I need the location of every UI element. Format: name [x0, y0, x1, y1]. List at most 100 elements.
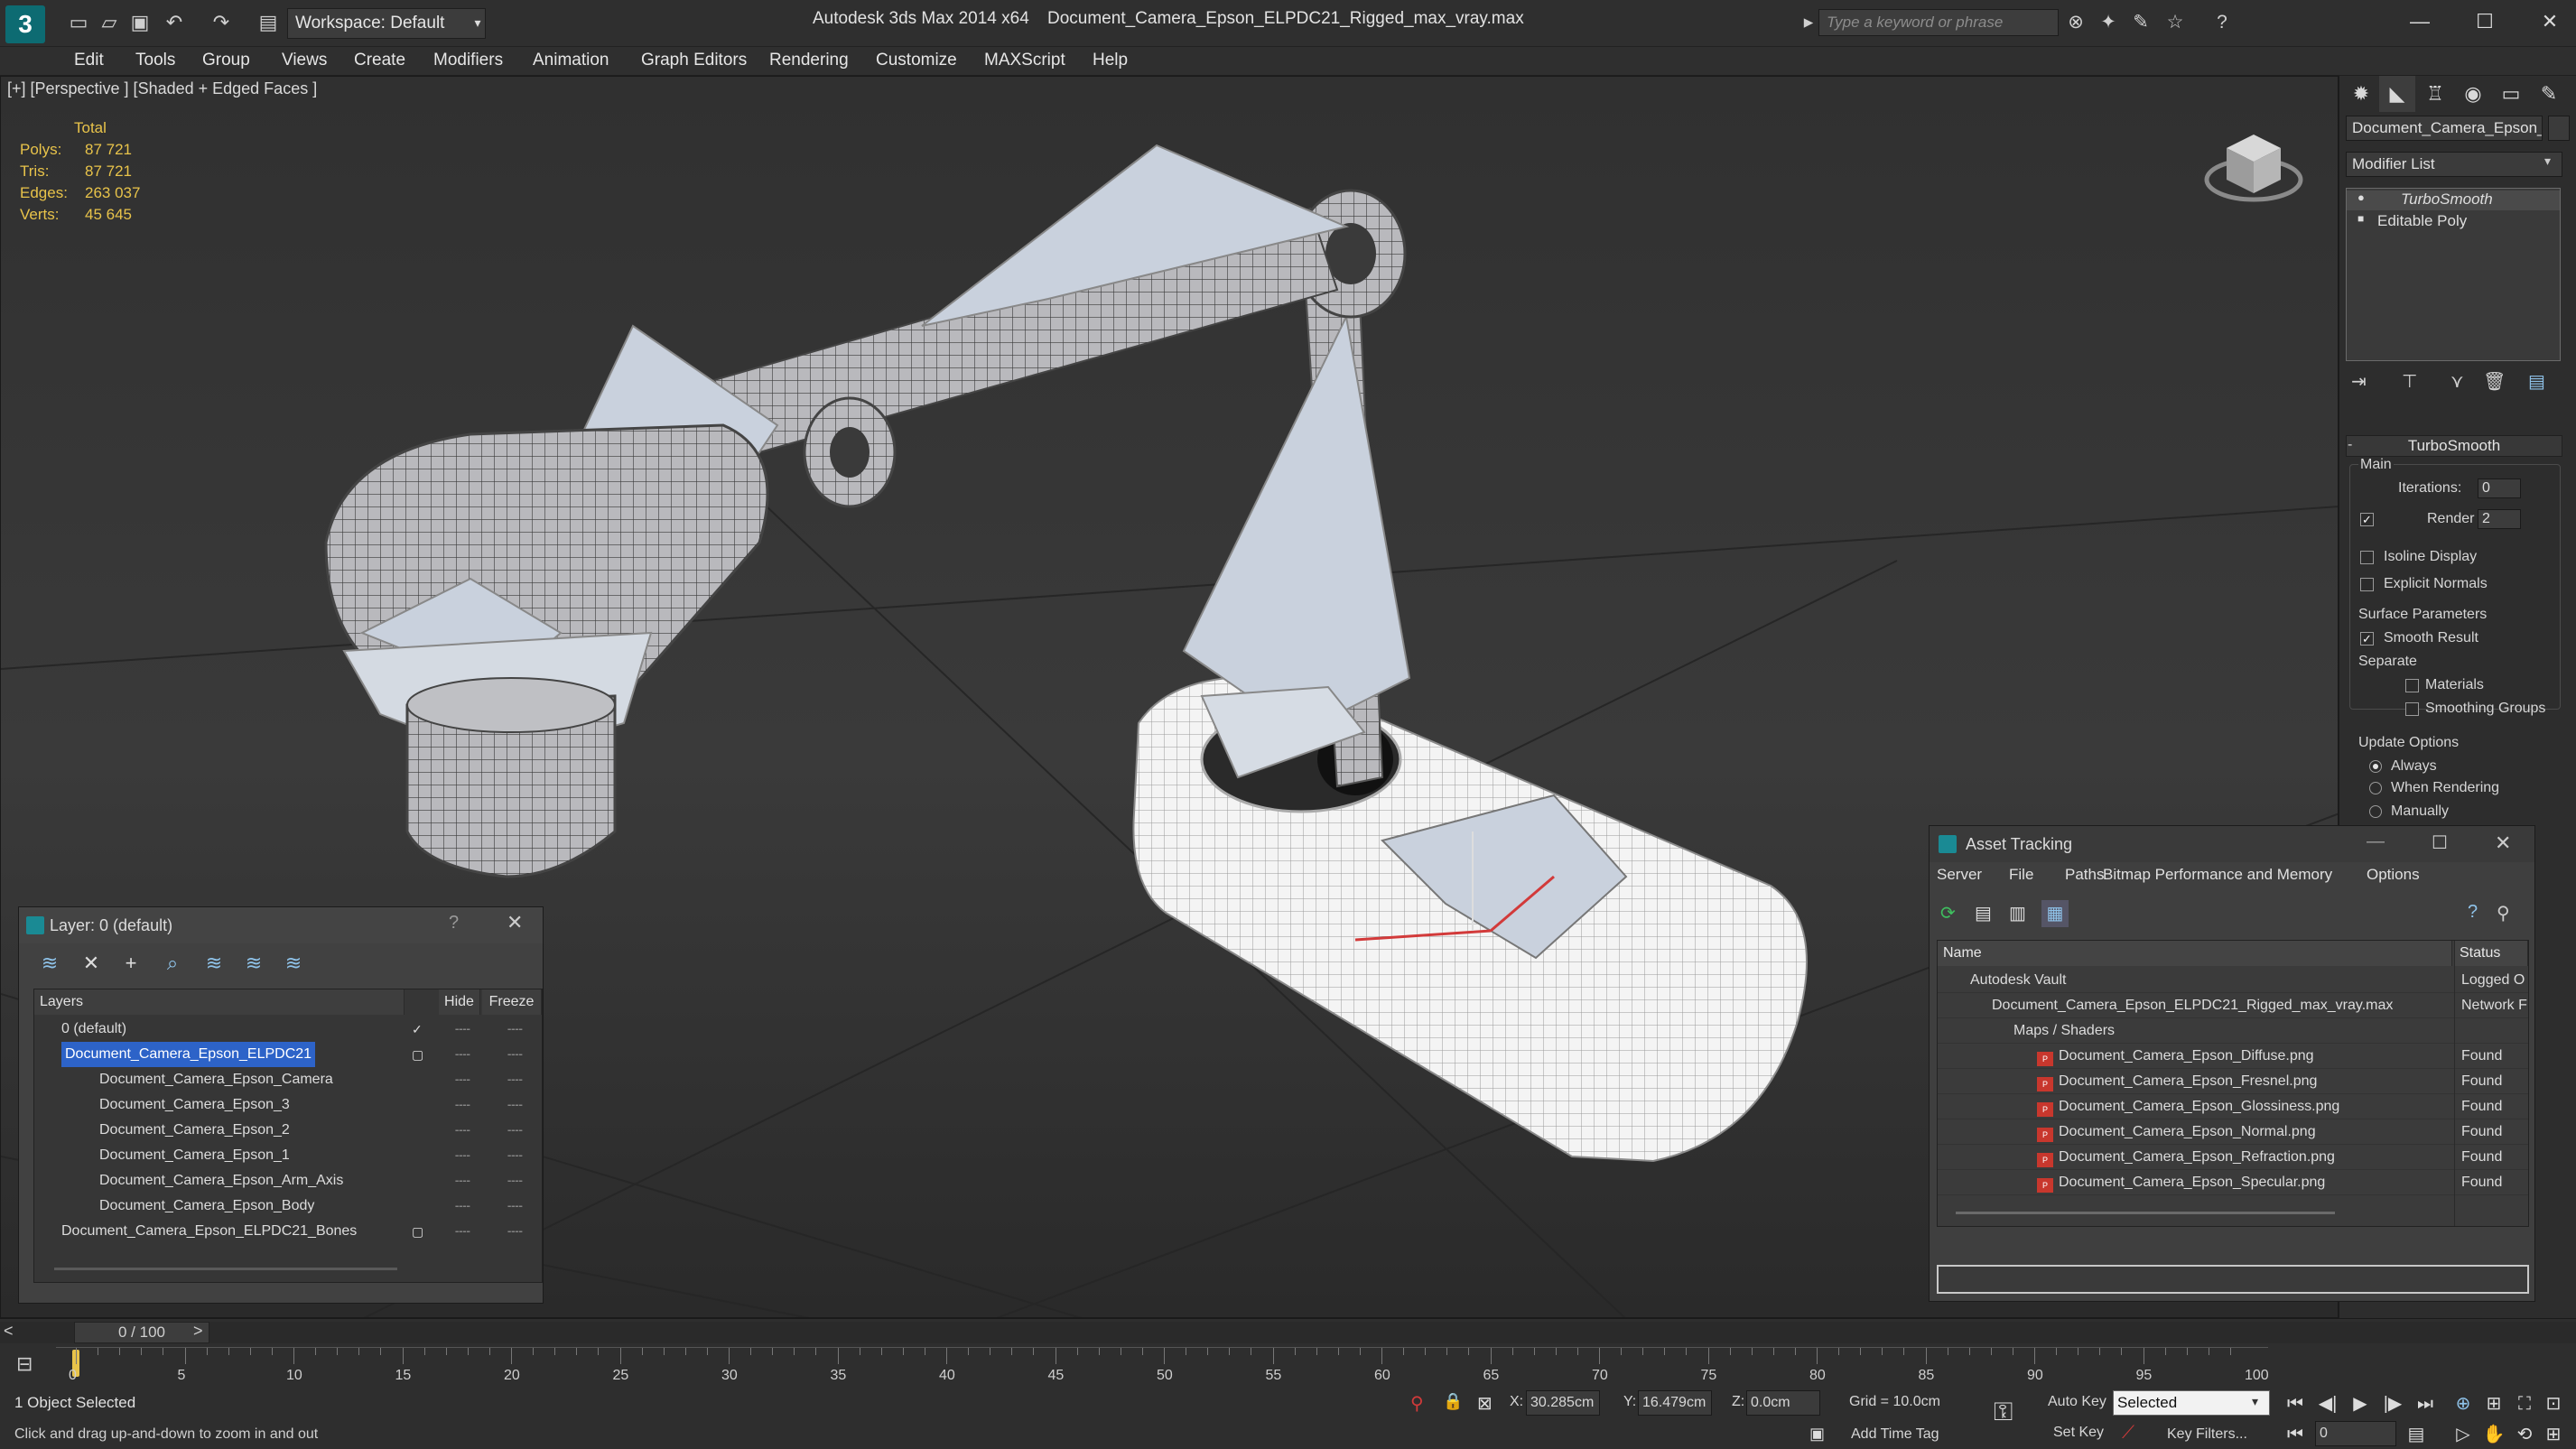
orbit-icon[interactable]: ⟲ [2510, 1421, 2539, 1448]
remove-modifier-icon[interactable]: 🗑 [2483, 370, 2506, 393]
render-iters-spinner[interactable]: 2 [2478, 509, 2521, 529]
search-expand-icon[interactable]: ▸ [1797, 11, 1820, 34]
asset-row[interactable]: Document_Camera_Epson_ELPDC21_Rigged_max… [1938, 993, 2528, 1018]
new-file-icon[interactable]: ▭ [67, 11, 90, 34]
always-radio[interactable] [2369, 760, 2382, 773]
turbosmooth-rollout-header[interactable]: TurboSmooth [2346, 435, 2562, 457]
asset-maximize-icon[interactable]: ☐ [2432, 831, 2448, 854]
maximize-viewport-icon[interactable]: ⊞ [2539, 1421, 2568, 1448]
minimize-icon[interactable]: — [2398, 4, 2441, 40]
layer-row[interactable]: 0 (default) ✓ ╌╌ ╌╌ [34, 1017, 542, 1042]
zoom-extents-icon[interactable]: ⛶ [2510, 1390, 2539, 1417]
layer-row[interactable]: Document_Camera_Epson_ELPDC21_Bones ▢ ╌╌ ╌╌ [34, 1219, 542, 1244]
create-tab-icon[interactable]: ✹ [2343, 76, 2379, 112]
asset-menu-file[interactable]: File [2009, 866, 2033, 884]
previous-frame-icon[interactable]: ◀| [2313, 1390, 2342, 1417]
viewcube-icon[interactable] [2199, 112, 2308, 211]
mini-curve-editor-icon[interactable]: ⊟ [16, 1352, 33, 1376]
expand-icon[interactable]: ■ [2357, 212, 2364, 225]
col-name[interactable]: Name [1938, 941, 2452, 966]
asset-pin-icon[interactable]: ⚲ [2497, 902, 2510, 924]
layer-table[interactable]: Layers Hide Freeze 0 (default) ✓ ╌╌ ╌╌ Docu… [33, 989, 543, 1283]
layer-row[interactable]: Document_Camera_Epson_Arm_Axis ╌╌ ╌╌ [34, 1168, 542, 1194]
hide-toggle[interactable]: ╌╌ [455, 1168, 470, 1194]
go-to-end-icon[interactable]: ⏭ [2411, 1390, 2440, 1417]
asset-menu-server[interactable]: Server [1937, 866, 1982, 884]
zoom-all-icon[interactable]: ⊞ [2479, 1390, 2508, 1417]
menu-help[interactable]: Help [1093, 47, 1128, 74]
hierarchy-tab-icon[interactable]: ♖ [2417, 76, 2453, 112]
show-end-result-icon[interactable]: ⊤ [2402, 370, 2417, 393]
zoom-extents-all-icon[interactable]: ⊡ [2539, 1390, 2568, 1417]
layer-square-icon[interactable]: ▢ [412, 1042, 423, 1067]
menu-graph-editors[interactable]: Graph Editors [641, 47, 747, 74]
motion-tab-icon[interactable]: ◉ [2455, 76, 2491, 112]
time-slider-thumb[interactable]: 0 / 100 [74, 1322, 209, 1343]
freeze-toggle[interactable]: ╌╌ [507, 1067, 523, 1092]
favorites-star-icon[interactable]: ☆ [2163, 11, 2187, 34]
z-coordinate-field[interactable]: 0.0cm [1746, 1390, 1820, 1416]
configure-sets-icon[interactable]: ▤ [2528, 370, 2545, 393]
asset-row[interactable]: P Document_Camera_Epson_Refraction.png Fou… [1938, 1145, 2528, 1170]
light-bulb-icon[interactable]: ● [2357, 190, 2365, 204]
zoom-icon[interactable]: ⊕ [2449, 1390, 2478, 1417]
asset-minimize-icon[interactable]: — [2367, 831, 2385, 852]
table-view-icon[interactable]: ▦ [2041, 900, 2069, 927]
layer-row[interactable]: Document_Camera_Epson_3 ╌╌ ╌╌ [34, 1092, 542, 1118]
open-file-icon[interactable]: ▱ [98, 11, 121, 34]
workspace-dropdown-arrow-icon[interactable]: ▾ [468, 8, 488, 39]
app-logo-icon[interactable]: 3 [5, 5, 45, 43]
workspace-dropdown[interactable]: Workspace: Default [287, 8, 486, 39]
delete-layer-icon[interactable]: ✕ [79, 951, 104, 976]
project-folder-icon[interactable]: ▤ [256, 11, 280, 34]
col-hide[interactable]: Hide [439, 989, 480, 1015]
modifier-list-dropdown[interactable]: Modifier List [2346, 152, 2562, 177]
materials-checkbox[interactable] [2405, 679, 2419, 692]
next-frame-icon[interactable]: |▶ [2378, 1390, 2407, 1417]
menu-tools[interactable]: Tools [135, 47, 175, 74]
modifier-stack[interactable]: TurboSmooth ● Editable Poly ■ [2346, 188, 2561, 361]
set-key-button[interactable]: Set Key [2053, 1425, 2104, 1441]
hide-toggle[interactable]: ╌╌ [455, 1042, 470, 1067]
stack-item-turbosmooth[interactable]: TurboSmooth [2347, 190, 2560, 210]
freeze-toggle[interactable]: ╌╌ [507, 1042, 523, 1067]
asset-close-icon[interactable]: ✕ [2495, 831, 2511, 855]
selection-lock-icon[interactable]: 🔒 [1443, 1392, 1463, 1411]
menu-maxscript[interactable]: MAXScript [984, 47, 1065, 74]
time-slider-track[interactable] [0, 1322, 2576, 1343]
time-slider-next-icon[interactable]: > [193, 1322, 203, 1341]
detail-view-icon[interactable]: ▥ [2009, 902, 2026, 924]
asset-path-field[interactable] [1937, 1265, 2529, 1294]
modifier-list-arrow-icon[interactable]: ▾ [2544, 153, 2551, 169]
when-rendering-radio[interactable] [2369, 782, 2382, 794]
add-time-tag[interactable]: Add Time Tag [1851, 1426, 1939, 1443]
layer-row[interactable]: Document_Camera_Epson_1 ╌╌ ╌╌ [34, 1143, 542, 1168]
menu-animation[interactable]: Animation [533, 47, 609, 74]
asset-row[interactable]: P Document_Camera_Epson_Diffuse.png Found [1938, 1044, 2528, 1069]
asset-menu-options[interactable]: Options [2367, 866, 2420, 884]
layer-row[interactable]: Document_Camera_Epson_ELPDC21 ▢ ╌╌ ╌╌ [34, 1042, 542, 1067]
menu-customize[interactable]: Customize [876, 47, 957, 74]
hide-toggle[interactable]: ╌╌ [455, 1067, 470, 1092]
key-filters-button[interactable]: Key Filters... [2167, 1426, 2247, 1443]
col-status[interactable]: Status [2454, 941, 2528, 966]
key-filter-pencil-icon[interactable]: ⟋ [2122, 1423, 2134, 1444]
field-of-view-icon[interactable]: ▷ [2449, 1421, 2478, 1448]
pin-stack-icon[interactable]: ⇥ [2351, 370, 2367, 393]
menu-rendering[interactable]: Rendering [769, 47, 849, 74]
maximize-icon[interactable]: ☐ [2463, 4, 2506, 40]
freeze-toggle[interactable]: ╌╌ [507, 1168, 523, 1194]
stack-item-editable-poly[interactable]: Editable Poly [2377, 212, 2467, 230]
menu-edit[interactable]: Edit [74, 47, 104, 74]
search-input[interactable]: Type a keyword or phrase [1818, 9, 2059, 36]
add-to-layer-icon[interactable]: + [118, 951, 144, 976]
hide-toggle[interactable]: ╌╌ [455, 1092, 470, 1118]
object-color-swatch[interactable] [2548, 116, 2570, 141]
layer-row[interactable]: Document_Camera_Epson_2 ╌╌ ╌╌ [34, 1118, 542, 1143]
asset-table-scrollbar[interactable] [1956, 1212, 2335, 1214]
timeline-ruler[interactable]: 0 5 10 15 20 25 30 35 40 45 50 55 60 65 70 75 80 85 90 95 10… [56, 1347, 2269, 1383]
iterations-spinner[interactable]: 0 [2478, 478, 2521, 498]
asset-row[interactable]: P Document_Camera_Epson_Fresnel.png Found [1938, 1069, 2528, 1094]
layer-dialog-titlebar[interactable]: Layer: 0 (default) [19, 907, 543, 943]
freeze-toggle[interactable]: ╌╌ [507, 1219, 523, 1244]
